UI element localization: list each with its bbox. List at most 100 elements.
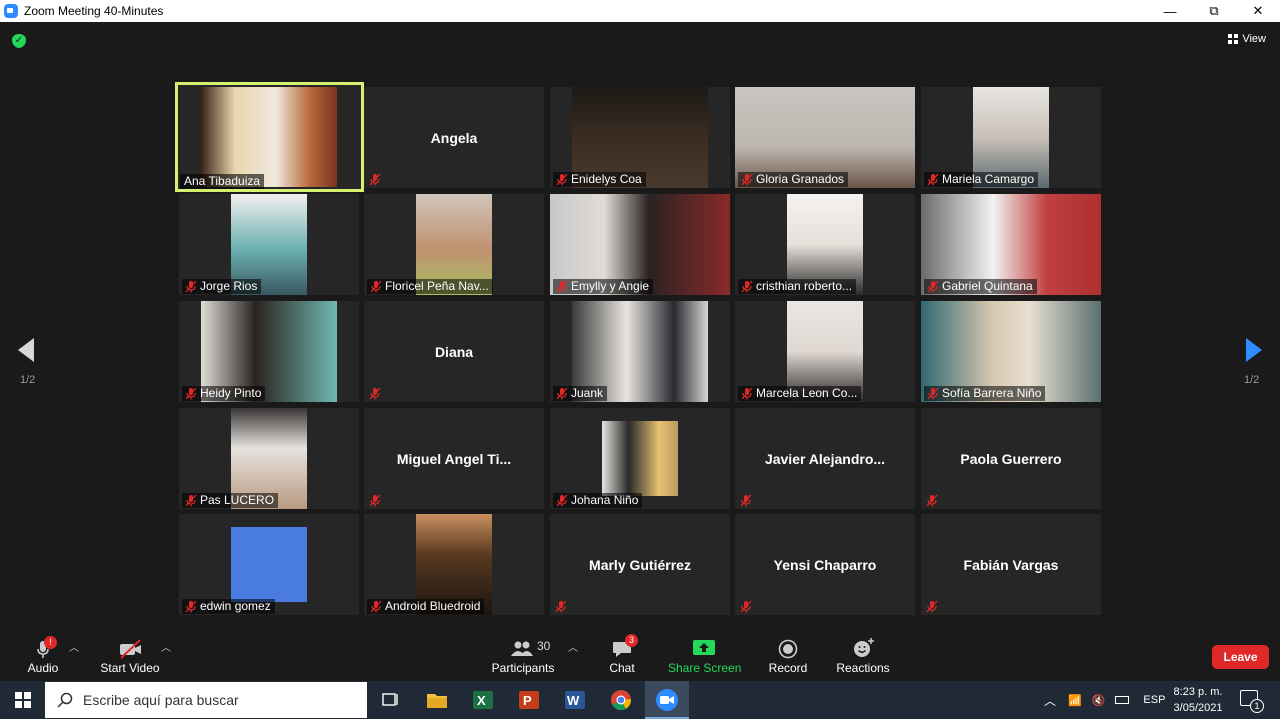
participant-tile[interactable]: edwin gomez — [179, 514, 359, 615]
file-explorer-icon[interactable] — [425, 688, 449, 712]
zoom-taskbar-button[interactable] — [645, 681, 689, 719]
record-button[interactable]: Record — [766, 631, 810, 681]
participant-name-label: Marcela Leon Co... — [738, 386, 862, 401]
share-screen-label: Share Screen — [668, 661, 742, 675]
powerpoint-icon[interactable]: P — [517, 688, 541, 712]
participants-icon — [511, 641, 533, 656]
participant-tile[interactable]: Johana Niño — [550, 408, 730, 509]
participant-tile[interactable]: Sofía Barrera Niño — [921, 301, 1101, 402]
title-bar: Zoom Meeting 40-Minutes — ⧉ ✕ — [0, 0, 1280, 22]
participant-tile[interactable]: Miguel Angel Ti... — [364, 408, 544, 509]
participant-name-label: Mariela Camargo — [924, 172, 1039, 187]
share-screen-button[interactable]: Share Screen — [668, 631, 742, 681]
video-options-caret-icon[interactable]: ︿ — [161, 639, 171, 654]
participant-name: Miguel Angel Ti... — [396, 451, 512, 467]
clock[interactable]: 8:23 p. m. 3/05/2021 — [1168, 684, 1228, 716]
participant-name-label: cristhian roberto... — [738, 279, 857, 294]
muted-mic-icon — [185, 280, 197, 293]
view-label: View — [1242, 33, 1266, 45]
share-screen-icon — [693, 640, 715, 655]
participant-tile[interactable]: Ana Tibaduiza — [175, 82, 364, 192]
search-placeholder: Escribe aquí para buscar — [83, 692, 239, 708]
volume-muted-icon[interactable]: 🔇 — [1092, 694, 1106, 707]
chrome-icon[interactable] — [609, 688, 633, 712]
audio-options-caret-icon[interactable]: ︿ — [69, 639, 79, 654]
participants-options-caret-icon[interactable]: ︿ — [568, 639, 578, 654]
participants-button[interactable]: 30 Participants — [490, 631, 556, 681]
view-button[interactable]: View — [1228, 33, 1266, 45]
excel-icon[interactable]: X — [471, 688, 495, 712]
muted-mic-icon — [740, 600, 752, 613]
page-indicator-right: 1/2 — [1244, 374, 1260, 386]
participants-label: Participants — [491, 661, 555, 675]
muted-mic-icon — [369, 173, 381, 186]
minimize-button[interactable]: — — [1148, 0, 1192, 22]
participant-tile[interactable]: Angela — [364, 87, 544, 188]
muted-mic-icon — [927, 173, 939, 186]
clock-time: 8:23 p. m. — [1173, 686, 1223, 698]
participant-tile[interactable]: Pas LUCERO — [179, 408, 359, 509]
muted-mic-icon — [926, 494, 938, 507]
muted-mic-icon — [740, 494, 752, 507]
audio-warning-badge: ! — [44, 636, 57, 649]
muted-mic-icon — [556, 387, 568, 400]
clock-date: 3/05/2021 — [1173, 702, 1223, 714]
participant-tile[interactable]: Enidelys Coa — [550, 87, 730, 188]
language-indicator[interactable]: ESP — [1143, 694, 1165, 706]
participant-name: Emylly y Angie — [571, 279, 650, 293]
participant-tile[interactable]: Fabián Vargas — [921, 514, 1101, 615]
security-shield-icon[interactable]: ✓ — [12, 34, 26, 48]
muted-mic-icon — [369, 494, 381, 507]
word-icon[interactable]: W — [563, 688, 587, 712]
participant-name: Diana — [434, 344, 474, 360]
muted-mic-icon — [369, 387, 381, 400]
participant-name-label: Sofía Barrera Niño — [924, 386, 1046, 401]
previous-page-arrow-icon[interactable] — [18, 338, 34, 362]
participant-tile[interactable]: Yensi Chaparro — [735, 514, 915, 615]
participant-tile[interactable]: Gloria Granados — [735, 87, 915, 188]
participant-name: Gloria Granados — [756, 172, 845, 186]
chat-unread-badge: 3 — [625, 634, 638, 647]
participant-tile[interactable]: Heidy Pinto — [179, 301, 359, 402]
svg-text:W: W — [567, 693, 580, 708]
next-page-arrow-icon[interactable] — [1246, 338, 1262, 362]
participant-tile[interactable]: Juank — [550, 301, 730, 402]
participant-tile[interactable]: Floricel Peña Nav... — [364, 194, 544, 295]
participant-name: Fabián Vargas — [963, 557, 1059, 573]
audio-label: Audio — [27, 661, 59, 675]
battery-icon[interactable] — [1115, 696, 1130, 704]
participant-tile[interactable]: Gabriel Quintana — [921, 194, 1101, 295]
reactions-button[interactable]: Reactions — [834, 631, 892, 681]
leave-button[interactable]: Leave — [1212, 645, 1269, 669]
restore-button[interactable]: ⧉ — [1192, 0, 1236, 22]
task-view-icon[interactable] — [378, 688, 402, 712]
windows-start-button[interactable] — [0, 681, 45, 719]
participant-name-label: Emylly y Angie — [553, 279, 654, 294]
network-icon[interactable]: 📶 — [1068, 694, 1082, 707]
notification-center-icon[interactable]: 1 — [1240, 690, 1264, 713]
video-off-icon — [120, 639, 141, 659]
participant-tile[interactable]: Javier Alejandro... — [735, 408, 915, 509]
participant-name: Marcela Leon Co... — [756, 386, 858, 400]
participant-tile[interactable]: Mariela Camargo — [921, 87, 1101, 188]
participant-tile[interactable]: Paola Guerrero — [921, 408, 1101, 509]
chat-button[interactable]: 3 Chat — [602, 631, 642, 681]
muted-mic-icon — [741, 387, 753, 400]
participant-tile[interactable]: Diana — [364, 301, 544, 402]
muted-mic-icon — [927, 280, 939, 293]
close-button[interactable]: ✕ — [1236, 0, 1280, 22]
windows-logo-icon — [14, 692, 31, 708]
participant-tile[interactable]: Jorge Rios — [179, 194, 359, 295]
participant-name: Sofía Barrera Niño — [942, 386, 1042, 400]
participant-tile[interactable]: cristhian roberto... — [735, 194, 915, 295]
participant-tile[interactable]: Emylly y Angie — [550, 194, 730, 295]
participant-tile[interactable]: Marly Gutiérrez — [550, 514, 730, 615]
show-hidden-icons-icon[interactable]: ︿ — [1044, 692, 1056, 709]
participant-name-label: Johana Niño — [553, 493, 643, 508]
start-video-button[interactable]: Start Video — [98, 631, 162, 681]
taskbar-search-box[interactable]: Escribe aquí para buscar — [45, 682, 367, 718]
participant-video — [231, 527, 307, 602]
participant-tile[interactable]: Android Bluedroid — [364, 514, 544, 615]
participant-tile[interactable]: Marcela Leon Co... — [735, 301, 915, 402]
audio-button[interactable]: ! Audio — [20, 631, 66, 681]
